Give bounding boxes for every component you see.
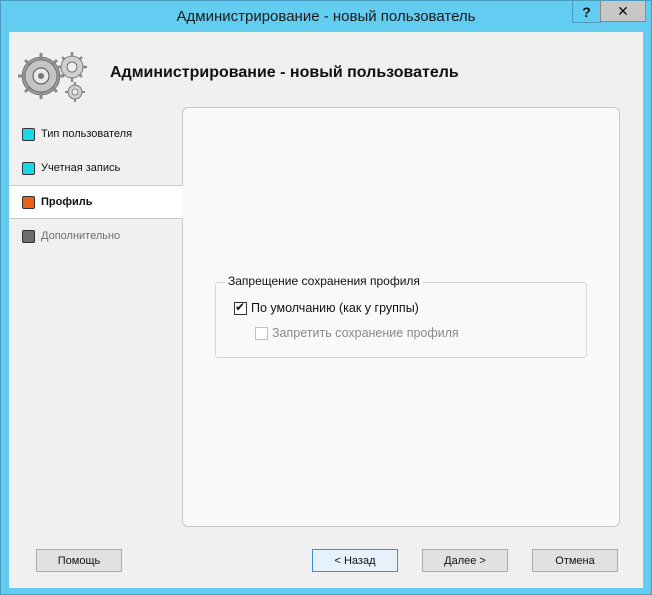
step-account[interactable]: Учетная запись	[9, 151, 182, 185]
step-label: Дополнительно	[41, 230, 121, 242]
group-title: Запрещение сохранения профиля	[225, 274, 423, 288]
step-status-icon	[22, 161, 35, 175]
gears-icon	[18, 52, 87, 102]
next-button[interactable]: Далее >	[422, 549, 508, 572]
step-label: Тип пользователя	[41, 128, 133, 140]
step-status-icon	[22, 195, 35, 209]
step-status-icon	[22, 127, 35, 141]
wizard-header: Администрирование - новый пользователь	[9, 32, 643, 108]
window-title: Администрирование - новый пользователь	[176, 8, 476, 25]
wizard-steps: Тип пользователя Учетная запись Профиль …	[9, 108, 183, 588]
deny-profile-save-checkbox: Запретить сохранение профиля	[255, 326, 459, 340]
help-icon[interactable]: ?	[572, 1, 601, 23]
step-profile[interactable]: Профиль	[9, 185, 183, 219]
title-bar: Администрирование - новый пользователь ?…	[1, 1, 651, 33]
step-user-type[interactable]: Тип пользователя	[9, 117, 182, 151]
step-content-panel: Запрещение сохранения профиля По умолчан…	[182, 107, 620, 527]
step-status-icon	[22, 229, 35, 243]
default-option-checkbox[interactable]: По умолчанию (как у группы)	[234, 300, 419, 315]
checkbox-label: Запретить сохранение профиля	[272, 326, 459, 340]
help-button[interactable]: Помощь	[36, 549, 122, 572]
wizard-body: Администрирование - новый пользователь Т…	[9, 32, 643, 588]
close-icon[interactable]: ✕	[600, 1, 646, 22]
step-advanced: Дополнительно	[9, 219, 182, 253]
checkbox-checked-icon	[234, 300, 247, 315]
checkbox-icon	[255, 326, 268, 340]
cancel-button[interactable]: Отмена	[532, 549, 618, 572]
page-title: Администрирование - новый пользователь	[110, 64, 459, 81]
back-button[interactable]: < Назад	[312, 549, 398, 572]
profile-save-group: Запрещение сохранения профиля По умолчан…	[215, 274, 587, 358]
step-label: Профиль	[41, 196, 93, 208]
checkbox-label: По умолчанию (как у группы)	[251, 301, 419, 315]
step-label: Учетная запись	[41, 162, 121, 174]
wizard-window: Администрирование - новый пользователь ?…	[0, 0, 652, 595]
